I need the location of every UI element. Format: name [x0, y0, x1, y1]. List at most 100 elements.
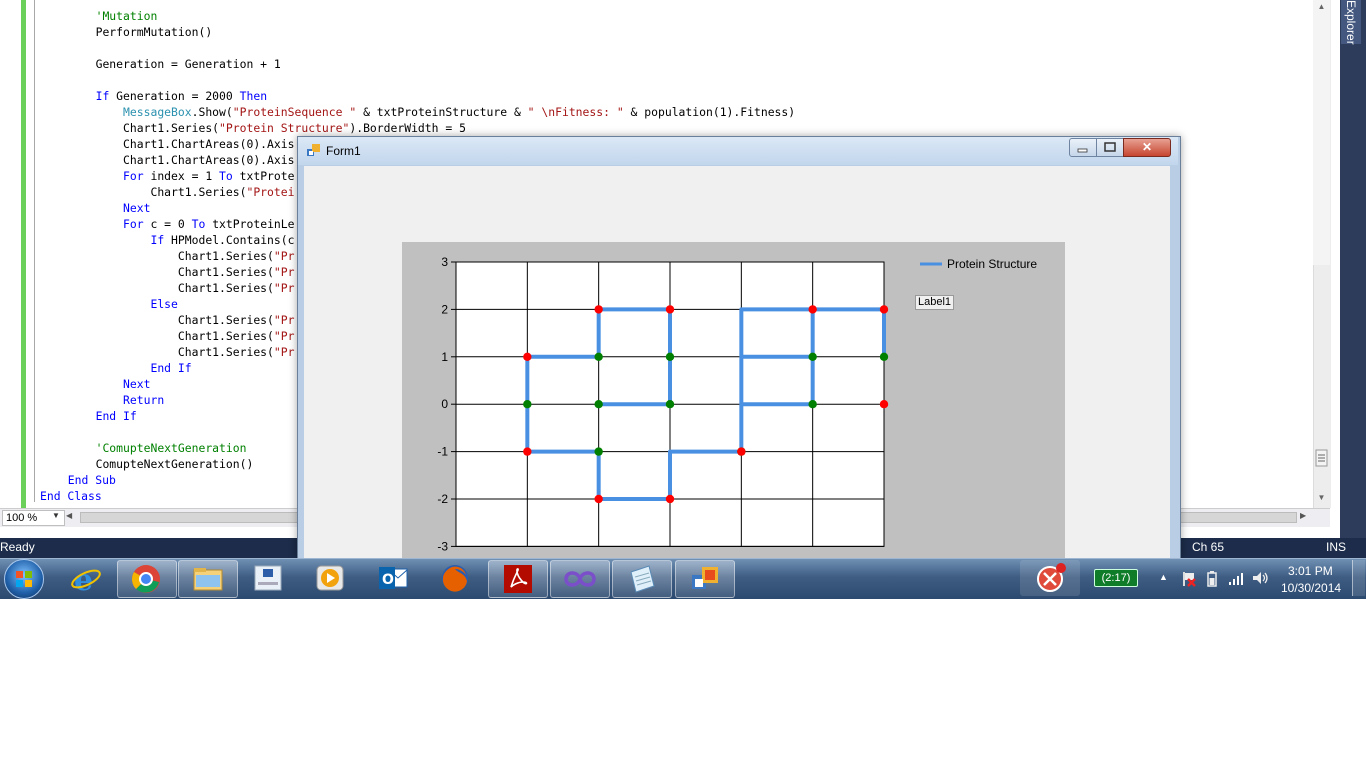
code-line[interactable]: Next [96, 200, 150, 216]
code-line[interactable]: If Generation = 2000 Then [96, 88, 267, 104]
chevron-down-icon[interactable]: ▼ [52, 511, 60, 520]
scroll-split-handle[interactable] [1313, 448, 1330, 468]
code-line[interactable]: Chart1.Series("Protein Structure").Borde… [96, 120, 466, 136]
chrome-icon [132, 565, 160, 593]
taskbar-remote-app[interactable] [240, 560, 298, 596]
battery-tray-icon[interactable] [1205, 570, 1219, 593]
taskbar-media-player[interactable] [301, 560, 359, 596]
y-tick-label: 0 [441, 397, 448, 411]
code-line[interactable]: Chart1.Series("Pr [96, 344, 295, 360]
code-line[interactable]: Return [96, 392, 165, 408]
close-button[interactable]: ✕ [1123, 138, 1171, 157]
taskbar-remote-desktop[interactable] [1020, 560, 1080, 596]
code-line[interactable]: Chart1.Series("Pr [96, 248, 295, 264]
chart-svg: 3 2 1 0 -1 -2 -3 Protein Structure [437, 255, 1037, 553]
code-token: If [95, 89, 117, 103]
code-token: "Pr [273, 281, 295, 295]
media-player-icon [316, 565, 344, 591]
taskbar-acrobat[interactable] [488, 560, 548, 598]
battery-time: (2:17) [1101, 572, 1131, 584]
code-line[interactable]: Chart1.Series("Pr [96, 312, 295, 328]
taskbar-chrome[interactable] [117, 560, 177, 598]
scroll-up-arrow-icon[interactable]: ▲ [1313, 0, 1330, 14]
code-token: " \nFitness: " [527, 105, 624, 119]
code-token: Next [123, 377, 151, 391]
code-token: If [150, 233, 172, 247]
code-line[interactable]: End If [96, 360, 191, 376]
zoom-level-value: 100 % [6, 512, 38, 524]
minimize-button[interactable] [1069, 138, 1097, 157]
data-point-polar [665, 400, 675, 409]
code-line[interactable]: End Class [40, 488, 102, 504]
taskbar-file-explorer[interactable] [178, 560, 238, 598]
code-token: HPModel.Contains(c [171, 233, 295, 247]
code-token: index = 1 [150, 169, 220, 183]
outlining-guide [34, 0, 35, 502]
code-line[interactable]: Chart1.Series("Protei [96, 184, 294, 200]
scrollbar-track[interactable] [1313, 0, 1330, 265]
code-token: 'Mutation [95, 9, 158, 23]
code-line[interactable]: Next [96, 376, 151, 392]
maximize-button[interactable] [1096, 138, 1124, 157]
code-token: .Show( [191, 105, 233, 119]
remote-desktop-icon [1037, 563, 1066, 592]
code-token: For [123, 169, 151, 183]
scroll-right-arrow-icon[interactable]: ▶ [1300, 511, 1306, 520]
wifi-signal-icon[interactable] [1228, 570, 1246, 591]
label1: Label1 [915, 295, 955, 310]
taskbar-windows-forms[interactable] [675, 560, 735, 598]
code-line[interactable]: Generation = Generation + 1 [96, 56, 281, 72]
action-center-flag-icon[interactable] [1181, 571, 1197, 592]
battery-indicator[interactable]: (2:17) [1094, 569, 1138, 587]
svg-text:O: O [382, 572, 394, 588]
show-desktop-button[interactable] [1352, 560, 1365, 596]
code-token: "Pr [273, 329, 295, 343]
scroll-down-arrow-icon[interactable]: ▼ [1313, 490, 1330, 506]
code-token: PerformMutation() [95, 25, 213, 39]
status-ready-text: Ready [0, 540, 35, 554]
clock-date[interactable]: 10/30/2014 [1281, 581, 1341, 595]
code-line[interactable]: End Sub [68, 472, 116, 488]
form1-titlebar[interactable] [298, 137, 1178, 165]
code-line[interactable]: If HPModel.Contains(c [96, 232, 295, 248]
code-line[interactable]: For index = 1 To txtProte [96, 168, 294, 184]
code-token: Generation = Generation + 1 [95, 57, 281, 71]
data-point-hydrophobic [879, 305, 889, 314]
code-line[interactable]: Chart1.Series("Pr [96, 328, 295, 344]
y-tick-label: -2 [437, 492, 448, 506]
code-line[interactable]: MessageBox.Show("ProteinSequence " & txt… [96, 104, 795, 120]
taskbar-internet-explorer[interactable]: e [56, 560, 114, 596]
taskbar-firefox[interactable] [426, 560, 484, 596]
code-line[interactable]: Chart1.ChartAreas(0).Axis [96, 136, 294, 152]
solution-explorer-tab[interactable]: Explorer [1341, 0, 1361, 45]
scroll-left-arrow-icon[interactable]: ◀ [66, 511, 72, 520]
code-line[interactable]: Chart1.ChartAreas(0).Axis [96, 152, 294, 168]
code-token: txtProteinLe [212, 217, 295, 231]
code-line[interactable]: 'Mutation [96, 8, 158, 24]
start-button[interactable] [4, 559, 44, 599]
code-line[interactable]: For c = 0 To txtProteinLe [96, 216, 295, 232]
code-token: "Pr [273, 345, 295, 359]
code-line[interactable]: PerformMutation() [96, 24, 213, 40]
code-line[interactable]: End If [96, 408, 137, 424]
taskbar-notepad[interactable] [612, 560, 672, 598]
taskbar-visual-studio[interactable] [550, 560, 610, 598]
acrobat-icon [504, 565, 532, 593]
code-line[interactable]: ComupteNextGeneration() [96, 456, 254, 472]
data-point-polar [594, 447, 603, 456]
side-tool-panel [1340, 0, 1366, 538]
taskbar-outlook[interactable]: O [364, 560, 422, 596]
code-line[interactable]: 'ComupteNextGeneration [96, 440, 247, 456]
show-hidden-icons-chevron-icon[interactable]: ▲ [1159, 572, 1168, 582]
code-line[interactable]: Chart1.Series("Pr [96, 264, 295, 280]
data-point-polar [594, 352, 603, 361]
clock-time[interactable]: 3:01 PM [1288, 564, 1333, 578]
volume-icon[interactable] [1251, 570, 1269, 591]
form-app-icon[interactable] [307, 144, 320, 157]
code-line[interactable]: Chart1.Series("Pr [96, 280, 295, 296]
code-token: "Protein Structure" [219, 121, 350, 135]
code-token: Return [123, 393, 165, 407]
code-line[interactable]: Else [96, 296, 177, 312]
